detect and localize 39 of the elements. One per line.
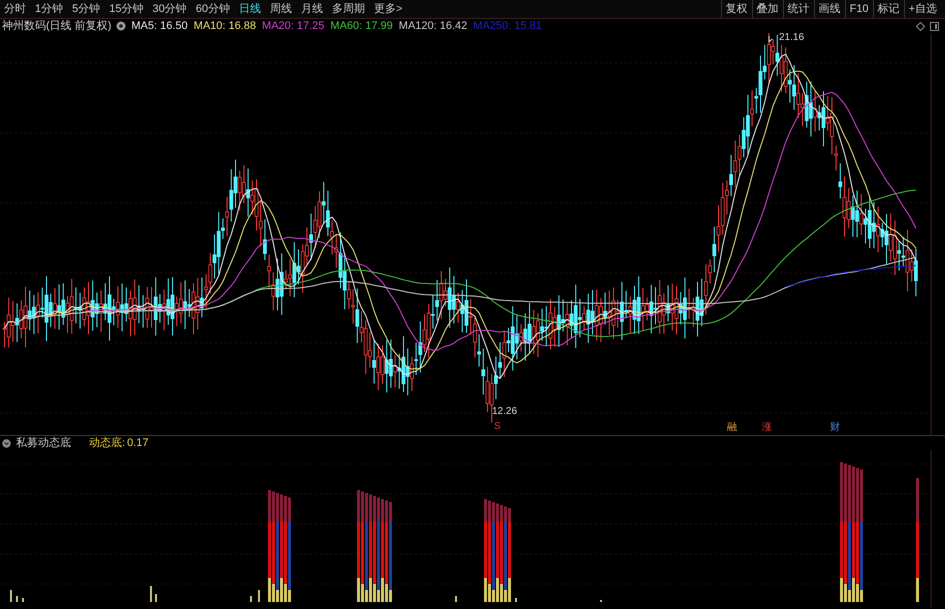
high-price-label: 21.16 (778, 30, 806, 45)
indicator-label: 动态底: (89, 436, 126, 451)
toolbar-button[interactable]: 画线 (814, 0, 845, 18)
panel-icon[interactable] (930, 22, 939, 30)
period-tab[interactable]: 分时 (4, 0, 26, 18)
toolbar-button[interactable]: 标记 (872, 0, 904, 18)
toolbar-button[interactable]: +自选 (904, 0, 941, 18)
toolbar-button[interactable]: F10 (844, 0, 873, 18)
period-tab[interactable]: 5分钟 (72, 0, 100, 18)
settings-icon[interactable] (116, 21, 126, 31)
toolbar-button[interactable]: 复权 (720, 0, 752, 18)
signal-marker: 融 (727, 422, 737, 434)
period-tab[interactable]: 1分钟 (35, 0, 64, 18)
period-tab[interactable]: 月线 (301, 0, 323, 18)
moving-average-label: MA120: 16.42 (398, 18, 468, 34)
moving-average-label: MA250: 15.81 (473, 18, 542, 34)
low-price-label: 12.26 (492, 405, 518, 419)
toolbar-button[interactable]: 统计 (782, 0, 814, 18)
moving-average-label: MA60: 17.99 (330, 18, 393, 34)
period-tab[interactable]: 15分钟 (109, 0, 144, 18)
period-tab[interactable]: 30分钟 (152, 0, 187, 18)
moving-average-label: MA20: 17.25 (262, 18, 324, 34)
moving-average-label: MA5: 16.50 (131, 18, 188, 34)
diamond-icon[interactable] (916, 22, 925, 30)
period-tab[interactable]: 多周期 (332, 0, 365, 18)
collapse-icon[interactable] (2, 438, 11, 448)
period-tab[interactable]: 更多> (374, 0, 402, 18)
indicator-value: 0.17 (127, 436, 148, 451)
signal-marker: S (494, 421, 501, 433)
chart-title: 神州数码(日线 前复权) (2, 18, 112, 34)
signal-marker: 财 (830, 422, 840, 434)
pointer-icon (768, 36, 772, 42)
period-tab[interactable]: 60分钟 (196, 0, 230, 18)
toolbar-button[interactable]: 叠加 (752, 0, 783, 18)
indicator-title: 私募动态底 (16, 436, 72, 451)
period-tab[interactable]: 日线 (239, 0, 261, 18)
moving-average-label: MA10: 16.88 (194, 18, 256, 34)
period-tab[interactable]: 周线 (270, 0, 292, 18)
signal-marker: 涨 (762, 422, 772, 434)
